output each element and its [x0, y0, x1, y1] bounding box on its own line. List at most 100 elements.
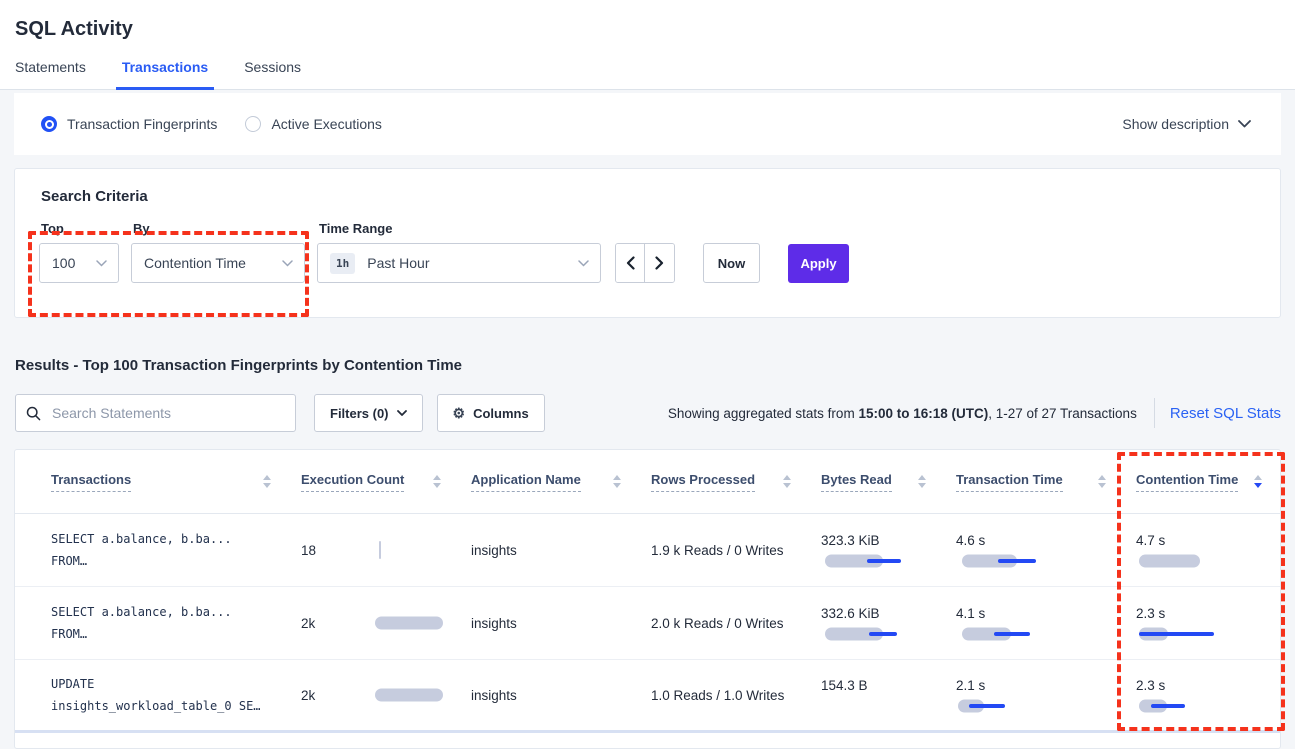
- transaction-fingerprint-link[interactable]: SELECT a.balance, b.ba... FROM…: [51, 528, 301, 572]
- sql-line-1: SELECT a.balance, b.ba...: [51, 601, 301, 623]
- filters-button[interactable]: Filters (0): [314, 394, 423, 432]
- sql-line-2: FROM…: [51, 623, 301, 645]
- chevron-down-icon: [578, 260, 589, 267]
- apply-button[interactable]: Apply: [788, 244, 849, 283]
- column-label[interactable]: Application Name: [471, 472, 581, 492]
- by-select-value: Contention Time: [144, 255, 246, 271]
- now-button[interactable]: Now: [703, 243, 760, 283]
- tab-bar: Statements Transactions Sessions: [0, 59, 1295, 90]
- column-label[interactable]: Execution Count: [301, 472, 404, 492]
- page-title: SQL Activity: [15, 16, 1295, 42]
- time-range-select[interactable]: 1h Past Hour: [317, 243, 601, 283]
- time-range-pager: [615, 243, 675, 283]
- radio-transaction-fingerprints[interactable]: Transaction Fingerprints: [41, 116, 217, 132]
- contention-time-cell: 2.3 s: [1136, 678, 1266, 712]
- execution-count-bar: [301, 587, 471, 659]
- transaction-time-bar: [956, 627, 1136, 640]
- contention-time-bar: [1136, 627, 1266, 640]
- contention-time-cell: 4.7 s: [1136, 533, 1266, 567]
- column-label[interactable]: Rows Processed: [651, 472, 755, 492]
- top-label: Top: [41, 221, 119, 236]
- column-label[interactable]: Transactions: [51, 472, 131, 492]
- bytes-read-cell: 332.6 KiB: [821, 606, 956, 640]
- results-heading: Results - Top 100 Transaction Fingerprin…: [15, 357, 1295, 374]
- time-range-value: Past Hour: [367, 255, 429, 271]
- chevron-right-icon: [655, 256, 664, 270]
- column-label[interactable]: Contention Time: [1136, 472, 1238, 492]
- column-label[interactable]: Bytes Read: [821, 472, 892, 492]
- sql-line-1: UPDATE: [51, 673, 301, 695]
- results-toolbar: Filters (0) ⚙ Columns Showing aggregated…: [15, 394, 1281, 432]
- bytes-read-cell: 323.3 KiB: [821, 533, 956, 567]
- tab-transactions[interactable]: Transactions: [122, 59, 208, 89]
- transaction-fingerprint-link[interactable]: SELECT a.balance, b.ba... FROM…: [51, 601, 301, 645]
- transaction-time-bar: [956, 699, 1136, 712]
- sql-line-2: FROM…: [51, 550, 301, 572]
- transaction-fingerprint-link[interactable]: UPDATE insights_workload_table_0 SE…: [51, 673, 301, 717]
- sort-icon[interactable]: [433, 475, 441, 488]
- filters-label: Filters (0): [330, 406, 389, 421]
- chevron-down-icon: [1238, 120, 1251, 128]
- top-select[interactable]: 100: [39, 243, 119, 283]
- columns-button[interactable]: ⚙ Columns: [437, 394, 545, 432]
- radio-unselected-icon: [245, 116, 261, 132]
- sort-icon[interactable]: [263, 475, 271, 488]
- previous-time-range-button[interactable]: [616, 244, 645, 282]
- column-label[interactable]: Transaction Time: [956, 472, 1063, 492]
- search-statements-input[interactable]: [50, 404, 285, 422]
- radio-label: Transaction Fingerprints: [67, 116, 217, 132]
- chevron-down-icon: [96, 260, 107, 267]
- stats-prefix: Showing aggregated stats from: [668, 406, 859, 421]
- transaction-time-bar: [956, 554, 1136, 567]
- application-name-cell: insights: [471, 688, 651, 703]
- search-criteria-panel: Search Criteria Top 100 By Contention Ti…: [14, 168, 1281, 318]
- contention-time-value: 4.7 s: [1136, 533, 1266, 548]
- sort-icon[interactable]: [918, 475, 926, 488]
- time-range-badge: 1h: [330, 253, 355, 274]
- radio-active-executions[interactable]: Active Executions: [245, 116, 382, 132]
- column-header-transactions: Transactions: [51, 472, 301, 492]
- table-row[interactable]: UPDATE insights_workload_table_0 SE… 2k …: [15, 660, 1280, 733]
- stats-time-range: 15:00 to 16:18 (UTC): [858, 406, 988, 421]
- column-header-contention-time: Contention Time: [1136, 472, 1266, 492]
- transaction-time-value: 4.1 s: [956, 606, 1136, 621]
- transaction-time-cell: 2.1 s: [956, 678, 1136, 712]
- next-time-range-button[interactable]: [645, 244, 674, 282]
- radio-selected-icon: [41, 116, 57, 132]
- bytes-read-bar: [821, 627, 956, 640]
- radio-label: Active Executions: [271, 116, 382, 132]
- by-select[interactable]: Contention Time: [131, 243, 305, 283]
- time-range-label: Time Range: [319, 221, 601, 236]
- column-header-bytes-read: Bytes Read: [821, 472, 956, 492]
- search-criteria-heading: Search Criteria: [41, 188, 1256, 205]
- reset-sql-stats-link[interactable]: Reset SQL Stats: [1170, 405, 1281, 422]
- rows-processed-cell: 1.0 Reads / 1.0 Writes: [651, 688, 821, 703]
- transaction-time-value: 2.1 s: [956, 678, 1136, 693]
- table-row[interactable]: SELECT a.balance, b.ba... FROM… 2k insig…: [15, 587, 1280, 660]
- sort-icon[interactable]: [1098, 475, 1106, 488]
- search-statements-box: [15, 394, 296, 432]
- execution-count-bar: [301, 660, 471, 730]
- view-toggle-strip: Transaction Fingerprints Active Executio…: [14, 93, 1281, 155]
- show-description-toggle[interactable]: Show description: [1122, 116, 1251, 132]
- chevron-left-icon: [626, 256, 635, 270]
- sort-icon[interactable]: [613, 475, 621, 488]
- stats-suffix: , 1-27 of 27 Transactions: [988, 406, 1137, 421]
- search-criteria-controls: Top 100 By Contention Time Time Range 1h: [39, 221, 1256, 283]
- sort-icon[interactable]: [783, 475, 791, 488]
- contention-time-cell: 2.3 s: [1136, 606, 1266, 640]
- sort-icon-descending[interactable]: [1254, 475, 1262, 488]
- chevron-down-icon: [397, 410, 407, 416]
- rows-processed-cell: 1.9 k Reads / 0 Writes: [651, 543, 821, 558]
- bytes-read-value: 332.6 KiB: [821, 606, 956, 621]
- bytes-read-value: 323.3 KiB: [821, 533, 956, 548]
- execution-count-bar: [301, 514, 471, 586]
- transaction-time-cell: 4.6 s: [956, 533, 1136, 567]
- tab-sessions[interactable]: Sessions: [244, 59, 301, 89]
- column-header-application-name: Application Name: [471, 472, 651, 492]
- table-row[interactable]: SELECT a.balance, b.ba... FROM… 18 insig…: [15, 514, 1280, 587]
- tab-statements[interactable]: Statements: [15, 59, 86, 89]
- gear-icon: ⚙: [453, 406, 466, 420]
- execution-count-cell: 18: [301, 514, 471, 586]
- contention-time-value: 2.3 s: [1136, 606, 1266, 621]
